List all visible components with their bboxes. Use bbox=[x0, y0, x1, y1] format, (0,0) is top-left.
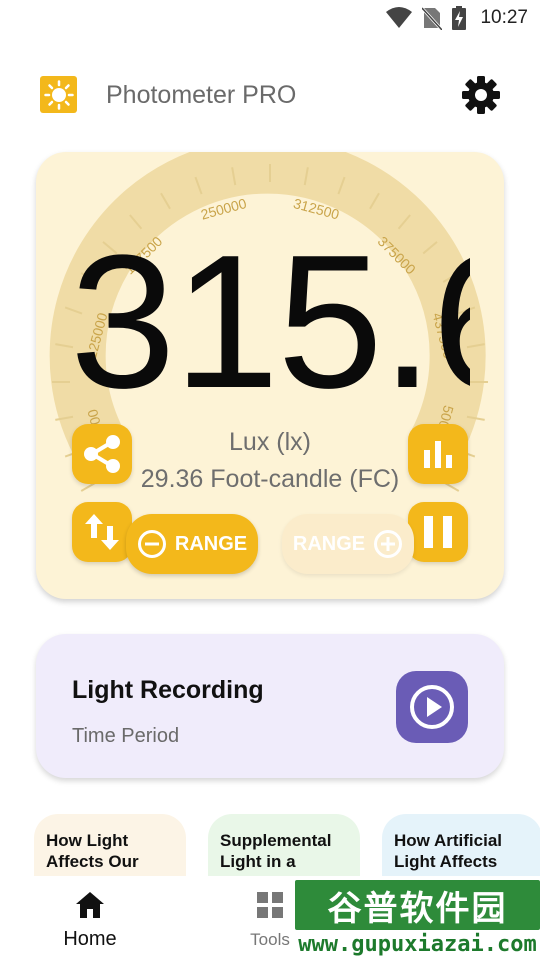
bar-chart-icon bbox=[424, 441, 452, 468]
no-sim-icon bbox=[422, 6, 443, 30]
grid-icon bbox=[257, 892, 283, 918]
home-icon bbox=[76, 892, 104, 918]
article-title: How Artificial Light Affects bbox=[394, 831, 502, 871]
watermark-title: 谷普软件园 bbox=[295, 880, 540, 930]
article-card[interactable]: How Artificial Light Affects bbox=[382, 814, 540, 876]
battery-charging-icon bbox=[452, 6, 467, 30]
range-decrease-button[interactable]: RANGE bbox=[126, 514, 258, 574]
article-carousel: How Light Affects Our Supplemental Light… bbox=[0, 814, 540, 876]
app-title: Photometer PRO bbox=[106, 81, 297, 109]
share-button[interactable] bbox=[72, 424, 132, 484]
nav-home-label: Home bbox=[63, 928, 117, 950]
sun-icon bbox=[43, 79, 74, 110]
pause-button[interactable] bbox=[408, 502, 468, 562]
article-card[interactable]: How Light Affects Our bbox=[34, 814, 186, 876]
status-bar: 10:27 bbox=[0, 0, 540, 36]
play-circle-icon bbox=[410, 685, 454, 729]
plus-circle-icon bbox=[374, 530, 403, 558]
lux-reading: 315.6 bbox=[70, 232, 470, 412]
recording-subtitle: Time Period bbox=[72, 725, 180, 747]
settings-button[interactable] bbox=[460, 74, 502, 116]
range-decrease-label: RANGE bbox=[174, 532, 248, 555]
minus-circle-icon bbox=[137, 530, 166, 558]
status-time: 10:27 bbox=[480, 7, 528, 28]
range-increase-button[interactable]: RANGE bbox=[282, 514, 414, 574]
app-bar: Photometer PRO bbox=[0, 58, 540, 132]
article-title: Supplemental Light in a bbox=[220, 831, 332, 871]
range-increase-label: RANGE bbox=[292, 532, 366, 555]
stats-button[interactable] bbox=[408, 424, 468, 484]
watermark: 谷普软件园 www.gupuxiazai.com bbox=[295, 876, 540, 960]
swap-button[interactable] bbox=[72, 502, 132, 562]
recording-title: Light Recording bbox=[72, 676, 264, 704]
share-icon bbox=[84, 435, 120, 473]
nav-home[interactable]: Home bbox=[30, 888, 150, 951]
swap-vertical-icon bbox=[85, 514, 119, 550]
recording-play-button[interactable] bbox=[396, 671, 468, 743]
app-logo bbox=[40, 76, 77, 113]
watermark-url: www.gupuxiazai.com bbox=[298, 932, 537, 957]
wifi-icon bbox=[386, 7, 413, 28]
meter-card: 6250012500018750025000031250037500043750… bbox=[36, 152, 504, 599]
article-title: How Light Affects Our bbox=[46, 831, 139, 871]
article-card[interactable]: Supplemental Light in a bbox=[208, 814, 360, 876]
light-recording-card[interactable]: Light Recording Time Period bbox=[36, 634, 504, 778]
gear-icon bbox=[462, 76, 500, 114]
pause-icon bbox=[424, 516, 452, 548]
